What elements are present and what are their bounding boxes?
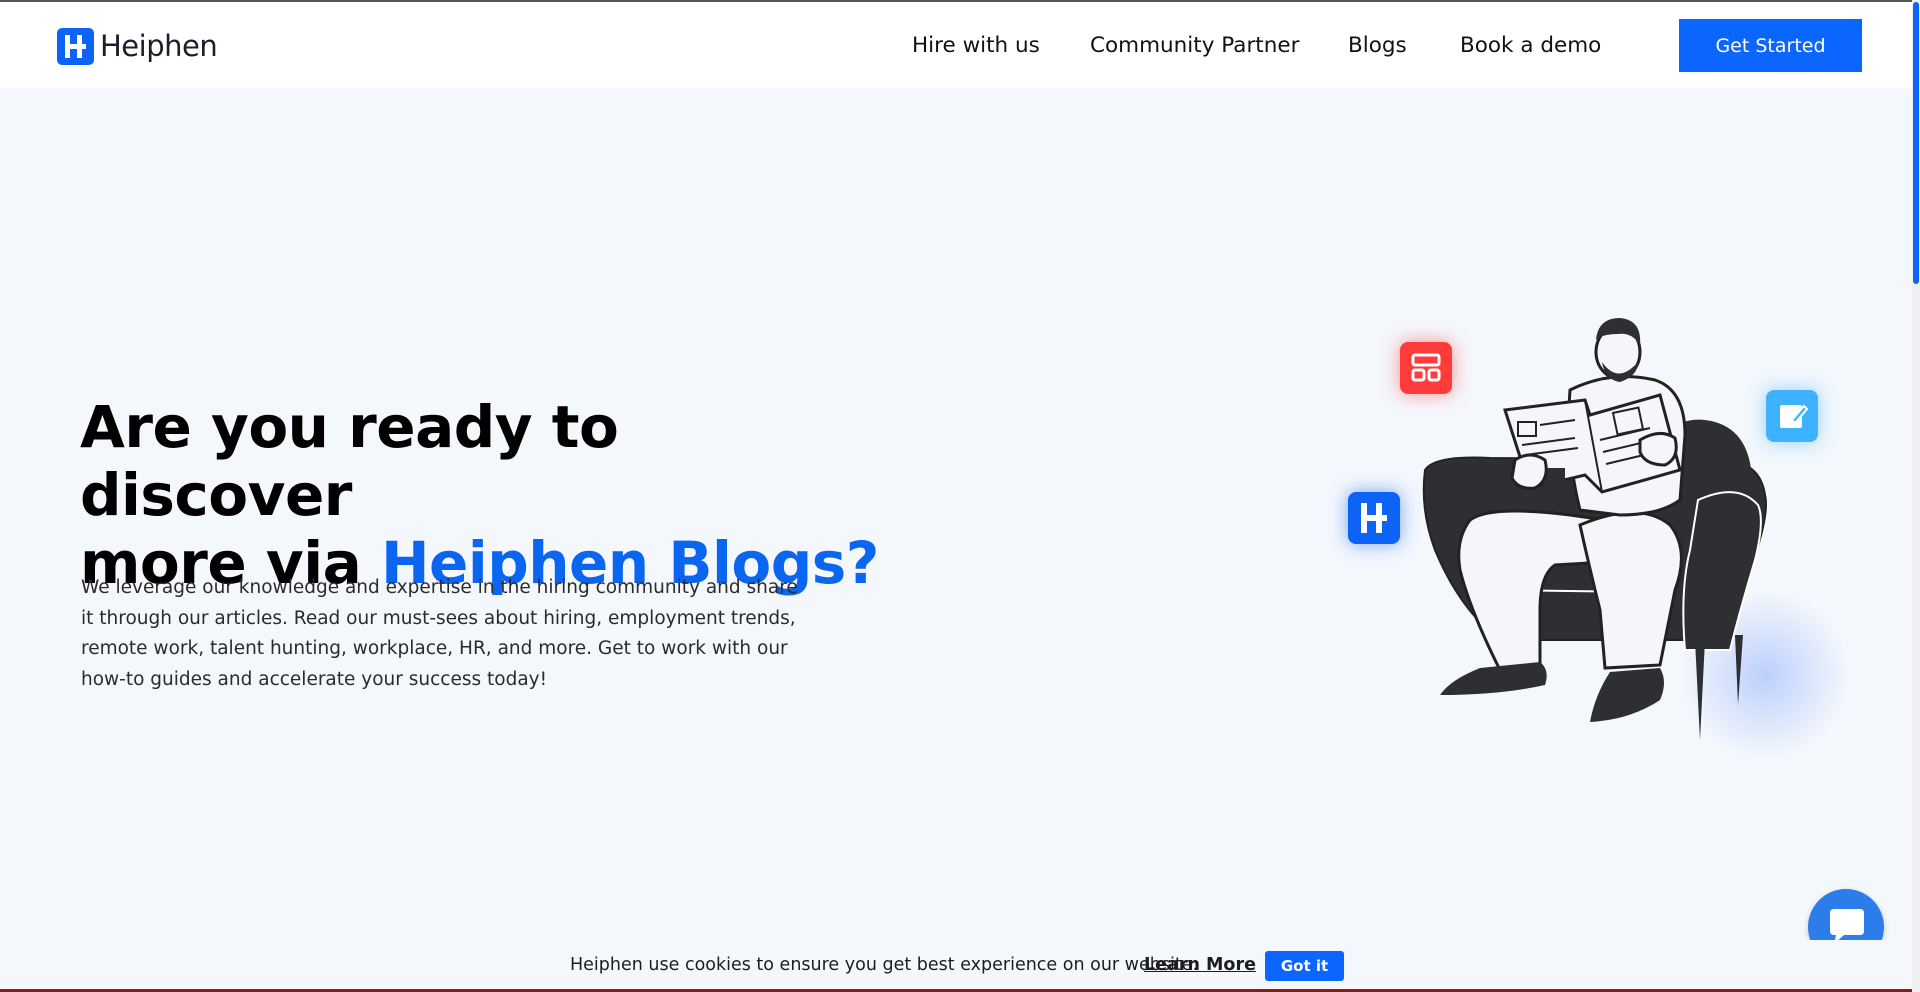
heiphen-logo-icon <box>57 27 94 65</box>
brand-logo[interactable]: Heiphen <box>57 27 218 65</box>
edit-note-icon <box>1766 390 1818 442</box>
hero-title: Are you ready to discover more via Heiph… <box>80 393 900 597</box>
heiphen-logo-icon <box>1348 492 1400 544</box>
nav-community-partner[interactable]: Community Partner <box>1090 33 1299 58</box>
nav-blogs[interactable]: Blogs <box>1348 33 1407 58</box>
site-header: Heiphen Hire with us Community Partner B… <box>0 2 1920 88</box>
hero-title-line1: Are you ready to discover <box>80 393 619 529</box>
scrollbar-thumb[interactable] <box>1913 2 1919 284</box>
nav-book-a-demo[interactable]: Book a demo <box>1460 33 1601 58</box>
layout-icon <box>1400 342 1452 394</box>
cookie-learn-more-link[interactable]: Learn More <box>1144 955 1256 975</box>
cookie-accept-button[interactable]: Got it <box>1265 951 1344 981</box>
hero-description: We leverage our knowledge and expertise … <box>81 577 798 690</box>
cookie-message: Heiphen use cookies to ensure you get be… <box>570 955 1199 975</box>
nav-hire-with-us[interactable]: Hire with us <box>912 33 1040 58</box>
get-started-button[interactable]: Get Started <box>1679 19 1862 72</box>
brand-name: Heiphen <box>100 29 218 63</box>
